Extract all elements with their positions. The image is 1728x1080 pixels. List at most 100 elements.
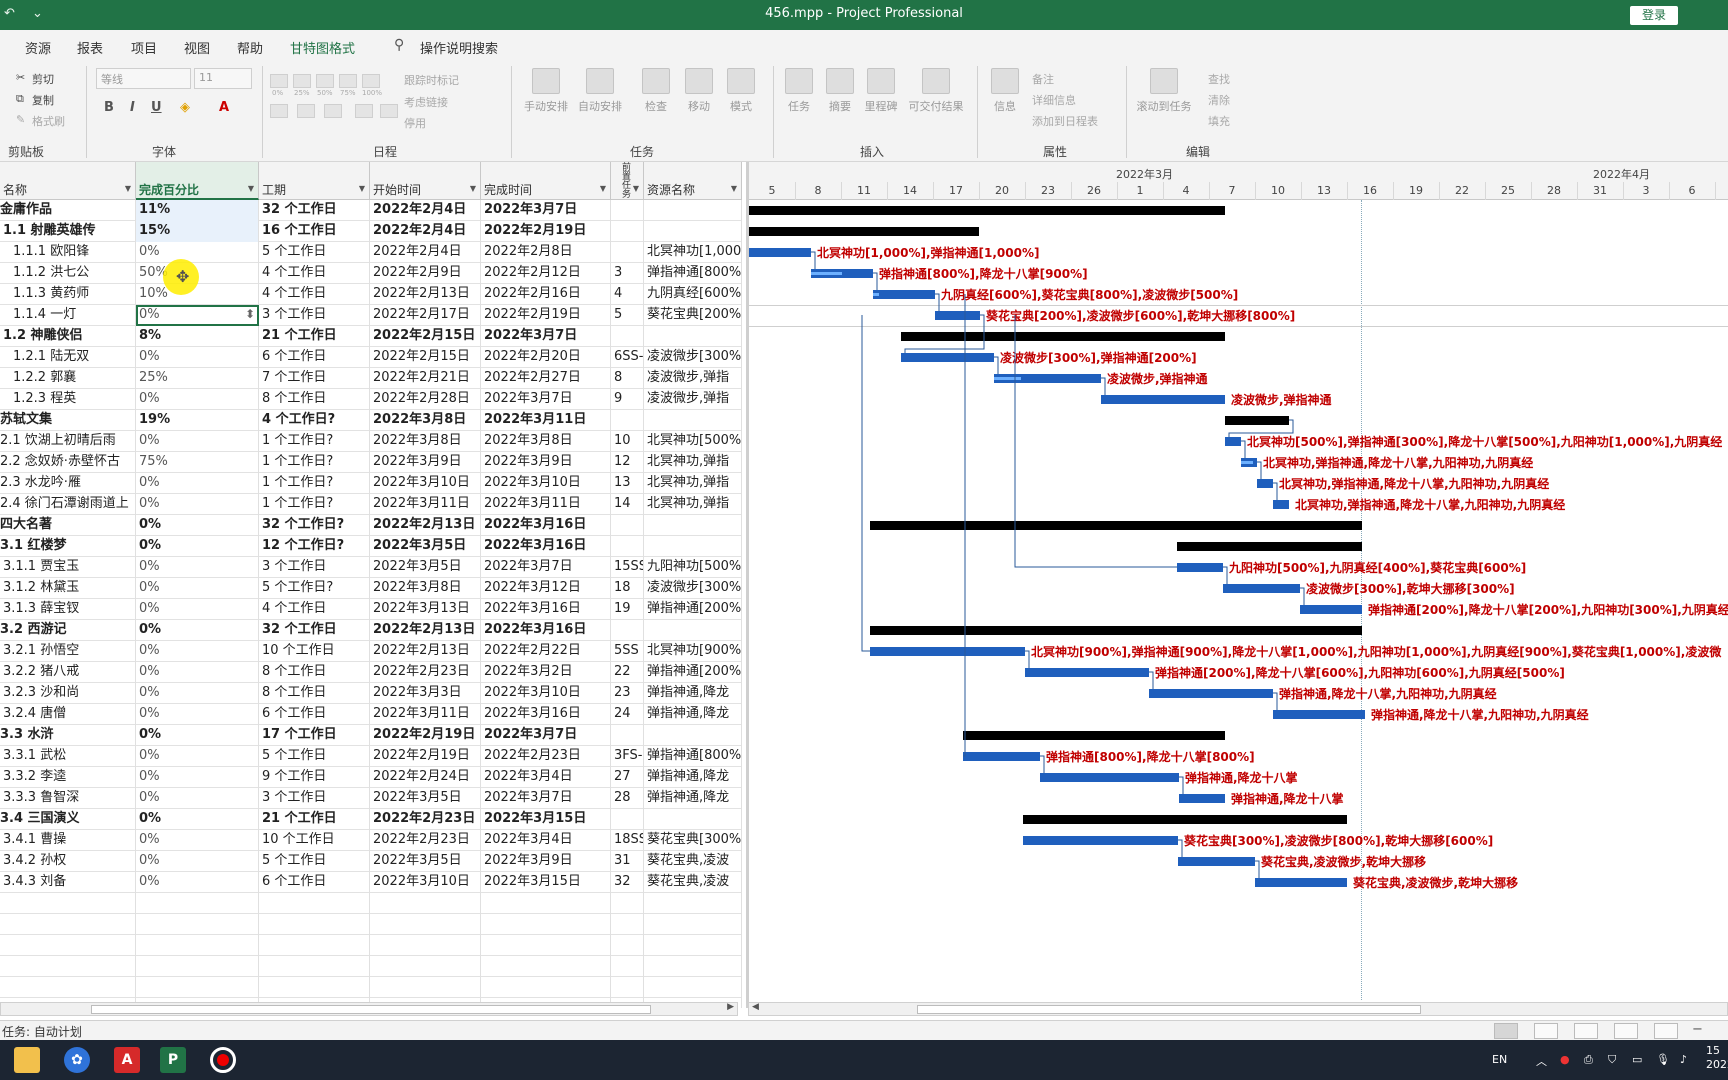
cell-pct[interactable]: 0% bbox=[136, 620, 259, 641]
dependency-link[interactable] bbox=[861, 315, 870, 652]
dependency-link[interactable] bbox=[1223, 566, 1228, 584]
cell-start[interactable]: 2022年3月8日 bbox=[370, 410, 481, 431]
cell-name[interactable]: 1.2.1 陆无双 bbox=[0, 347, 136, 368]
summary-task-row[interactable]: 四大名著 0% 32 个工作日? 2022年2月13日 2022年3月16日 bbox=[0, 515, 742, 536]
summary-task-row[interactable]: 3.4 三国演义 0% 21 个工作日 2022年2月23日 2022年3月15日 bbox=[0, 809, 742, 830]
cell-pred[interactable] bbox=[611, 809, 644, 830]
zoom-out-icon[interactable]: − bbox=[1692, 1022, 1703, 1037]
cell-dur[interactable]: 5 个工作日 bbox=[259, 242, 370, 263]
dependency-link[interactable] bbox=[811, 251, 816, 269]
empty-row[interactable] bbox=[0, 977, 742, 998]
empty-row[interactable] bbox=[0, 935, 742, 956]
task-row[interactable]: 1.1.2 洪七公 50% 4 个工作日 2022年2月9日 2022年2月12日 3 弹指… bbox=[0, 263, 742, 284]
empty-cell[interactable] bbox=[611, 914, 644, 935]
cell-pred[interactable] bbox=[611, 725, 644, 746]
cell-dur[interactable]: 5 个工作日? bbox=[259, 578, 370, 599]
task-row[interactable]: 3.3.3 鲁智深 0% 3 个工作日 2022年3月5日 2022年3月7日 28 弹指神… bbox=[0, 788, 742, 809]
dependency-link[interactable] bbox=[1040, 755, 1045, 773]
italic-button[interactable]: I bbox=[130, 100, 135, 115]
cell-name[interactable]: 3.1.3 薛宝钗 bbox=[0, 599, 136, 620]
cell-dur[interactable]: 21 个工作日 bbox=[259, 809, 370, 830]
task-row[interactable]: 3.4.3 刘备 0% 6 个工作日 2022年3月10日 2022年3月15日 32 葵花… bbox=[0, 872, 742, 893]
cell-start[interactable]: 2022年3月10日 bbox=[370, 872, 481, 893]
cell-pct[interactable]: 0% bbox=[136, 578, 259, 599]
cell-pct[interactable]: 0% bbox=[136, 830, 259, 851]
col-name[interactable]: 名称 ▼ bbox=[0, 162, 136, 200]
cell-start[interactable]: 2022年3月5日 bbox=[370, 851, 481, 872]
task-usage-view-icon[interactable] bbox=[1534, 1023, 1558, 1039]
outdent-icon[interactable] bbox=[270, 104, 288, 118]
cell-pred[interactable]: 12 bbox=[611, 452, 644, 473]
task-row[interactable]: 1.2.3 程英 0% 8 个工作日 2022年2月28日 2022年3月7日 9 凌波微步… bbox=[0, 389, 742, 410]
cell-pred[interactable] bbox=[611, 536, 644, 557]
summary-task-row[interactable]: 金庸作品 11% 32 个工作日 2022年2月4日 2022年3月7日 bbox=[0, 200, 742, 221]
empty-cell[interactable] bbox=[259, 956, 370, 977]
cell-finish[interactable]: 2022年3月10日 bbox=[481, 473, 611, 494]
cell-start[interactable]: 2022年2月13日 bbox=[370, 620, 481, 641]
cell-name[interactable]: 四大名著 bbox=[0, 515, 136, 536]
login-button[interactable]: 登录 bbox=[1630, 6, 1678, 25]
dependency-link[interactable] bbox=[935, 293, 940, 311]
cell-res[interactable]: 九阳神功[500% bbox=[644, 557, 742, 578]
font-family-combo[interactable]: 等线 bbox=[96, 68, 191, 89]
cell-pred[interactable]: 3FS- bbox=[611, 746, 644, 767]
cell-start[interactable]: 2022年2月24日 bbox=[370, 767, 481, 788]
cell-dur[interactable]: 8 个工作日 bbox=[259, 683, 370, 704]
cell-pct[interactable]: 0% bbox=[136, 515, 259, 536]
cell-pct[interactable]: 0% bbox=[136, 662, 259, 683]
empty-cell[interactable] bbox=[481, 935, 611, 956]
unlink-icon[interactable] bbox=[380, 104, 398, 118]
cell-res[interactable] bbox=[644, 620, 742, 641]
col-predecessors[interactable]: 前置任务 ▼ bbox=[611, 162, 644, 200]
cell-pred[interactable]: 6SS- bbox=[611, 347, 644, 368]
cell-start[interactable]: 2022年2月15日 bbox=[370, 326, 481, 347]
filter-dropdown-icon[interactable]: ▼ bbox=[359, 184, 365, 193]
cell-finish[interactable]: 2022年3月16日 bbox=[481, 515, 611, 536]
empty-row[interactable] bbox=[0, 914, 742, 935]
task-row[interactable]: 3.4.2 孙权 0% 5 个工作日 2022年3月5日 2022年3月9日 31 葵花宝典… bbox=[0, 851, 742, 872]
cell-dur[interactable]: 17 个工作日 bbox=[259, 725, 370, 746]
cell-res[interactable]: 弹指神通[200% bbox=[644, 662, 742, 683]
insert-milestone-button[interactable]: 里程碑 bbox=[856, 68, 906, 114]
cell-pct[interactable]: 0% bbox=[136, 851, 259, 872]
cell-finish[interactable]: 2022年2月27日 bbox=[481, 368, 611, 389]
dependency-link[interactable] bbox=[1014, 315, 1177, 568]
cell-start[interactable]: 2022年3月3日 bbox=[370, 683, 481, 704]
task-row[interactable]: 1.2.1 陆无双 0% 6 个工作日 2022年2月15日 2022年2月20日 6SS… bbox=[0, 347, 742, 368]
cell-pct[interactable]: 0% bbox=[136, 872, 259, 893]
scroll-left-icon[interactable]: ◀ bbox=[752, 1002, 759, 1012]
task-row[interactable]: 2.1 饮湖上初晴后雨 0% 1 个工作日? 2022年3月8日 2022年3月8日 10… bbox=[0, 431, 742, 452]
copy-button[interactable]: 复制 bbox=[32, 92, 54, 108]
cell-finish[interactable]: 2022年2月22日 bbox=[481, 641, 611, 662]
dependency-link[interactable] bbox=[1241, 440, 1246, 458]
empty-cell[interactable] bbox=[0, 956, 136, 977]
fill-button[interactable]: 填充 bbox=[1208, 113, 1230, 129]
split-icon[interactable] bbox=[324, 104, 342, 118]
cell-pred[interactable]: 13 bbox=[611, 473, 644, 494]
pct-75-icon[interactable] bbox=[339, 74, 357, 88]
empty-cell[interactable] bbox=[370, 956, 481, 977]
cell-pct[interactable]: 0% bbox=[136, 725, 259, 746]
dependency-link[interactable] bbox=[1300, 587, 1305, 605]
cell-dur[interactable]: 1 个工作日? bbox=[259, 494, 370, 515]
cell-pred[interactable]: 19 bbox=[611, 599, 644, 620]
cell-pct[interactable]: 0% bbox=[136, 746, 259, 767]
cell-dur[interactable]: 4 个工作日? bbox=[259, 410, 370, 431]
cell-finish[interactable]: 2022年3月10日 bbox=[481, 683, 611, 704]
tab-report[interactable]: 报表 bbox=[77, 38, 103, 57]
cell-pred[interactable] bbox=[611, 410, 644, 431]
cell-name[interactable]: 1.1.1 欧阳锋 bbox=[0, 242, 136, 263]
empty-cell[interactable] bbox=[481, 977, 611, 998]
cell-pct[interactable]: 0% bbox=[136, 557, 259, 578]
cell-res[interactable]: 北冥神功[900% bbox=[644, 641, 742, 662]
add-to-timeline-button[interactable]: 添加到日程表 bbox=[1032, 113, 1098, 129]
dependency-link[interactable] bbox=[1273, 482, 1278, 500]
cell-name[interactable]: 3.3.1 武松 bbox=[0, 746, 136, 767]
clock[interactable]: 15 2022 bbox=[1706, 1044, 1728, 1072]
filter-dropdown-icon[interactable]: ▼ bbox=[470, 184, 476, 193]
tray-shield-icon[interactable]: ⛉ bbox=[1608, 1053, 1616, 1067]
mark-on-track-button[interactable]: 跟踪时标记 bbox=[404, 72, 459, 88]
cell-res[interactable] bbox=[644, 725, 742, 746]
gantt-horizontal-scrollbar[interactable]: ◀ bbox=[748, 1002, 1728, 1016]
tab-gantt-format[interactable]: 甘特图格式 bbox=[290, 38, 355, 57]
